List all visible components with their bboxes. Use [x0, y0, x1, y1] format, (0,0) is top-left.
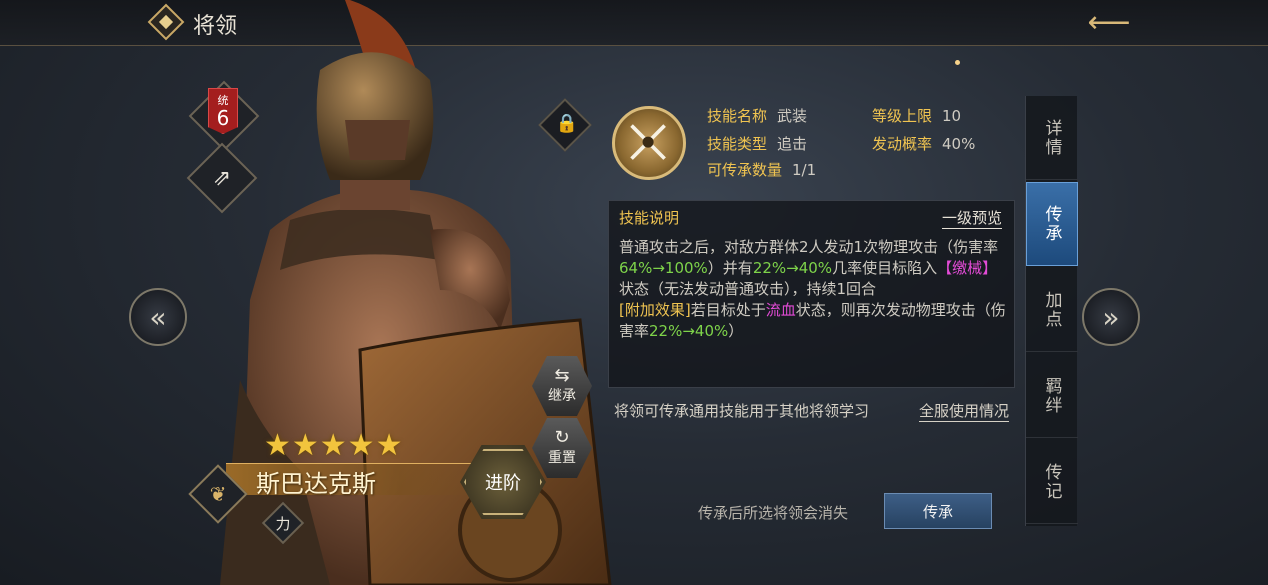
extra-effect-label: [附加效果]: [619, 301, 691, 319]
reset-icon: ↻: [554, 427, 570, 448]
tab-details[interactable]: 详情: [1026, 96, 1078, 180]
desc-text: 若目标处于: [690, 301, 766, 319]
rank-badge: 统 6: [208, 88, 238, 134]
hero-portrait: [180, 0, 640, 585]
sparkle-decoration: [955, 60, 960, 65]
rank-value: 6: [216, 106, 230, 130]
attribute-value: 力: [275, 514, 291, 533]
skill-count-value: 1/1: [792, 161, 817, 179]
lock-icon: 🔒: [555, 112, 579, 134]
tab-biography[interactable]: 传记: [1026, 440, 1078, 524]
skill-type-value: 追击: [777, 135, 808, 153]
prev-hero-button[interactable]: «: [129, 288, 187, 346]
extra-status-bleed: 流血: [765, 301, 796, 319]
share-icon: ⇗: [212, 165, 232, 191]
menu-diamond-icon: [147, 3, 185, 41]
skill-count-label: 可传承数量: [707, 161, 783, 179]
tab-inherit[interactable]: 传承: [1026, 182, 1078, 266]
advance-label: 进阶: [485, 473, 521, 494]
desc-status-disarm: 【缴械】: [937, 259, 998, 277]
crossed-swords-icon: [630, 124, 666, 160]
desc-text: 普通攻击之后，对敌方群体2人发动1次物理攻击（伤害率: [619, 238, 999, 256]
skill-type-row: 技能类型 追击: [707, 133, 807, 154]
skill-description-text: 普通攻击之后，对敌方群体2人发动1次物理攻击（伤害率64%→100%）并有22%…: [619, 237, 1011, 342]
inherit-warning-text: 传承后所选将领会消失: [698, 504, 849, 522]
hero-name-plate: 斯巴达克斯: [226, 463, 474, 498]
level-cap-label: 等级上限: [872, 107, 933, 125]
skill-name-label: 技能名称: [707, 107, 768, 125]
trigger-rate-row: 发动概率 40%: [872, 133, 975, 154]
skill-description-panel: 技能说明 一级预览 普通攻击之后，对敌方群体2人发动1次物理攻击（伤害率 64%→…: [608, 200, 1015, 388]
desc-text: 几率使目标陷入: [832, 259, 938, 277]
skill-icon[interactable]: [612, 106, 686, 180]
tab-bonds[interactable]: 羁绊: [1026, 354, 1078, 438]
level-cap-row: 等级上限 10: [872, 105, 961, 126]
skill-name-value: 武装: [777, 107, 808, 125]
desc-text: ）: [728, 322, 744, 340]
skill-description-title: 技能说明: [619, 209, 680, 227]
desc-text: 状态（无法发动普通攻击），持续1回合: [619, 280, 877, 298]
level-cap-value: 10: [942, 107, 962, 125]
laurel-icon: ❦: [209, 482, 227, 506]
hero-name: 斯巴达克斯: [256, 470, 376, 498]
laurel-emblem: ❦: [188, 464, 248, 524]
star-rating: ★★★★★: [264, 428, 404, 463]
skill-type-label: 技能类型: [707, 135, 768, 153]
inherit-info-text: 将领可传承通用技能用于其他将领学习: [614, 402, 870, 420]
skill-name-row: 技能名称 武装: [707, 105, 807, 126]
desc-text: ）并有: [707, 259, 753, 277]
extra-damage-rate: 22%→40%: [649, 322, 729, 340]
side-tabs: 详情 传承 加点 羁绊 传记: [1025, 96, 1078, 526]
desc-damage-rate: 64%→100%: [619, 259, 708, 277]
attribute-tag: 力: [261, 501, 305, 545]
server-usage-link[interactable]: 全服使用情况: [919, 400, 1010, 422]
next-hero-button[interactable]: »: [1082, 288, 1140, 346]
gladiator-illustration: [220, 0, 612, 585]
trigger-rate-value: 40%: [942, 135, 976, 153]
chevron-left-icon: «: [149, 300, 167, 334]
inherit-small-label: 继承: [548, 388, 576, 404]
skill-count-row: 可传承数量 1/1: [707, 159, 816, 180]
reset-label: 重置: [548, 450, 576, 466]
back-arrow-icon[interactable]: ⟵: [1085, 6, 1133, 40]
inherit-button[interactable]: 传承: [884, 493, 992, 529]
tab-points[interactable]: 加点: [1026, 268, 1078, 352]
chevron-right-icon: »: [1102, 300, 1120, 334]
swap-icon: ⇆: [554, 365, 570, 386]
trigger-rate-label: 发动概率: [872, 135, 933, 153]
desc-chance-rate: 22%→40%: [752, 259, 833, 277]
level-one-preview-link[interactable]: 一级预览: [941, 207, 1002, 229]
